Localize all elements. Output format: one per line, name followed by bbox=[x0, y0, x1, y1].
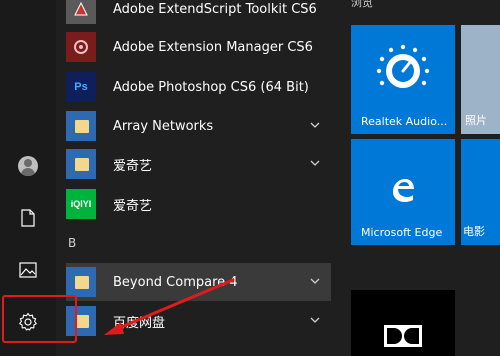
folder-icon bbox=[66, 267, 96, 297]
extendscript-icon bbox=[66, 0, 96, 24]
tile-area: 浏览 Realtek Audio... 照片 Microsoft Edge 电影 bbox=[340, 0, 500, 356]
app-item-beyond-compare[interactable]: Beyond Compare 4 bbox=[66, 263, 331, 301]
chevron-down-icon[interactable] bbox=[309, 314, 321, 326]
tile-label: Realtek Audio... bbox=[361, 115, 448, 128]
app-item-iqiyi[interactable]: iQIYI 爱奇艺 bbox=[66, 185, 331, 223]
app-label: Adobe ExtendScript Toolkit CS6 bbox=[113, 1, 317, 17]
app-item-extension-manager[interactable]: Adobe Extension Manager CS6 bbox=[66, 28, 331, 66]
app-label: Beyond Compare 4 bbox=[113, 274, 238, 290]
extension-manager-icon bbox=[66, 32, 96, 62]
tile-movies[interactable]: 电影 bbox=[461, 139, 500, 245]
edge-icon bbox=[393, 179, 414, 202]
pictures-button[interactable] bbox=[0, 246, 56, 294]
chevron-down-icon[interactable] bbox=[309, 275, 321, 287]
folder-icon bbox=[66, 111, 96, 141]
tile-microsoft-edge[interactable]: Microsoft Edge bbox=[351, 139, 455, 245]
documents-button[interactable] bbox=[0, 194, 56, 242]
pictures-icon bbox=[19, 262, 37, 278]
section-header-b[interactable]: B bbox=[68, 236, 76, 250]
tile-dolby[interactable] bbox=[351, 290, 455, 356]
app-label: Array Networks bbox=[113, 118, 214, 134]
app-item-photoshop[interactable]: Ps Adobe Photoshop CS6 (64 Bit) bbox=[66, 68, 331, 106]
app-list: Adobe ExtendScript Toolkit CS6 Adobe Ext… bbox=[56, 0, 336, 356]
app-label: Adobe Extension Manager CS6 bbox=[113, 39, 313, 55]
app-label: 百度网盘 bbox=[113, 315, 166, 331]
document-icon bbox=[21, 209, 35, 227]
chevron-down-icon[interactable] bbox=[309, 119, 321, 131]
app-item-iqiyi-folder[interactable]: 爱奇艺 bbox=[66, 145, 331, 183]
app-item-extendscript[interactable]: Adobe ExtendScript Toolkit CS6 bbox=[66, 0, 331, 28]
photoshop-icon: Ps bbox=[66, 72, 96, 102]
tile-label: 照片 bbox=[465, 114, 487, 127]
tile-label: 电影 bbox=[463, 225, 485, 238]
tile-group-title[interactable]: 浏览 bbox=[351, 0, 373, 10]
annotation-highlight-box bbox=[2, 295, 77, 343]
app-label: 爱奇艺 bbox=[113, 198, 153, 214]
app-label: 爱奇艺 bbox=[113, 158, 153, 174]
chevron-down-icon[interactable] bbox=[309, 157, 321, 169]
user-account-button[interactable] bbox=[0, 142, 56, 190]
dolby-icon bbox=[384, 325, 422, 347]
tile-label: Microsoft Edge bbox=[361, 226, 443, 239]
app-item-array-networks[interactable]: Array Networks bbox=[66, 107, 331, 145]
tile-photos[interactable]: 照片 bbox=[461, 25, 500, 134]
tile-realtek-audio[interactable]: Realtek Audio... bbox=[351, 25, 455, 134]
iqiyi-icon: iQIYI bbox=[66, 189, 96, 219]
app-label: Adobe Photoshop CS6 (64 Bit) bbox=[113, 79, 309, 95]
folder-icon bbox=[66, 149, 96, 179]
user-avatar bbox=[18, 156, 38, 176]
realtek-audio-icon bbox=[376, 44, 430, 88]
app-item-baidu-netdisk[interactable]: 百度网盘 bbox=[66, 302, 331, 340]
